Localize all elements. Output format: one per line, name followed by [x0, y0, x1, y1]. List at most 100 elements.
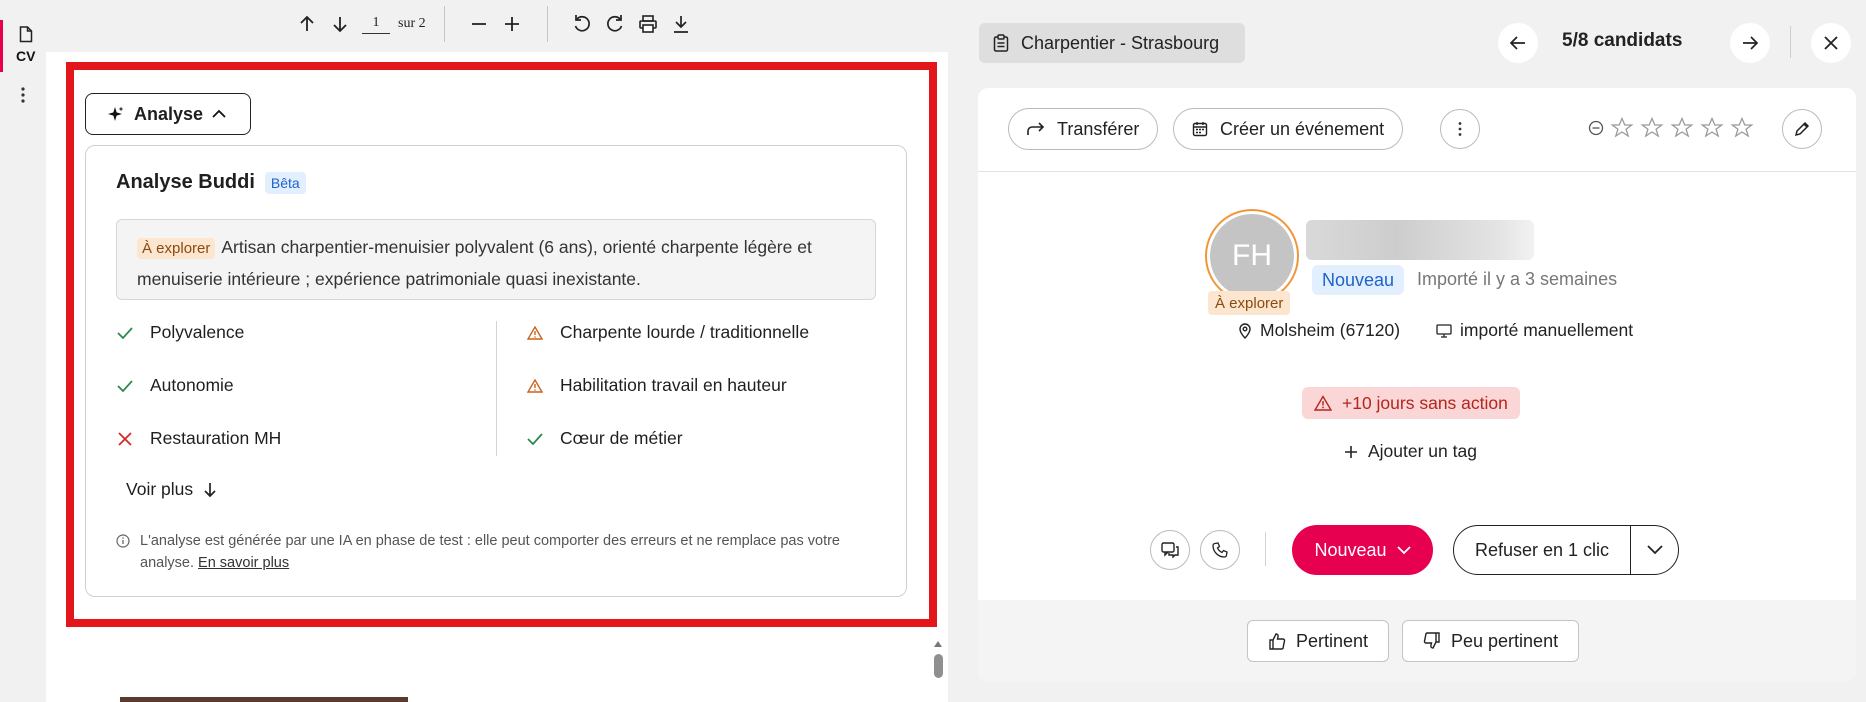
download-icon[interactable] — [665, 8, 698, 40]
rotate-right-icon[interactable] — [599, 8, 632, 40]
warning-icon — [526, 325, 544, 340]
phone-icon — [1212, 542, 1228, 558]
stage-label: Nouveau — [1314, 539, 1387, 560]
criterion-label: Autonomie — [150, 375, 234, 395]
more-vertical-icon[interactable] — [16, 86, 30, 104]
chevron-down-icon — [1646, 545, 1663, 555]
analysis-card: Analyse Buddi Bêta À explorer Artisan cha… — [85, 145, 907, 597]
calendar-icon — [1192, 121, 1208, 137]
rotate-left-icon[interactable] — [566, 8, 599, 40]
rail-cv-label: CV — [16, 48, 36, 64]
not-relevant-button[interactable]: Peu pertinent — [1402, 620, 1580, 662]
star-icon[interactable] — [1640, 116, 1664, 140]
edit-button[interactable] — [1782, 109, 1822, 149]
check-icon — [526, 432, 544, 445]
location-pin-icon — [1238, 322, 1252, 339]
alert-text: +10 jours sans action — [1342, 392, 1508, 413]
criterion-label: Restauration MH — [150, 428, 282, 448]
candidate-action-bar: Transférer Créer un événement — [978, 88, 1856, 172]
star-icon[interactable] — [1610, 116, 1634, 140]
summary-tag: À explorer — [137, 238, 216, 259]
zoom-out-icon[interactable] — [463, 8, 496, 40]
status-badge: Nouveau — [1312, 265, 1405, 295]
criterion-item: Cœur de métier — [526, 428, 683, 449]
create-event-label: Créer un événement — [1220, 118, 1385, 139]
job-chip[interactable]: Charpentier - Strasbourg — [979, 23, 1245, 63]
analyse-toggle-button[interactable]: Analyse — [85, 93, 251, 135]
clear-rating-icon[interactable] — [1588, 120, 1604, 136]
candidate-panel: Transférer Créer un événement FH À explo… — [978, 88, 1856, 682]
rail-tab-cv[interactable]: CV — [0, 20, 46, 72]
add-tag-button[interactable]: Ajouter un tag — [1344, 441, 1477, 462]
analysis-summary: À explorer Artisan charpentier-menuisier … — [116, 219, 876, 300]
header-divider — [1790, 26, 1791, 58]
cv-header-bar — [120, 697, 408, 702]
sparkle-icon — [108, 106, 124, 122]
page-number-input[interactable]: 1 — [362, 15, 390, 34]
toolbar-divider — [546, 6, 548, 42]
criterion-label: Charpente lourde / traditionnelle — [560, 322, 810, 342]
page-indicator: 1 sur 2 — [362, 15, 426, 34]
star-icon[interactable] — [1700, 116, 1724, 140]
plus-icon — [1344, 445, 1358, 459]
star-icon[interactable] — [1730, 116, 1754, 140]
criterion-item: Polyvalence — [116, 322, 244, 343]
relevant-label: Pertinent — [1296, 630, 1369, 651]
criterion-item: Autonomie — [116, 375, 234, 396]
call-button[interactable] — [1200, 530, 1240, 570]
pdf-toolbar: 1 sur 2 — [290, 6, 698, 42]
arrow-left-icon — [1509, 35, 1527, 51]
ai-disclaimer: L'analyse est générée par une IA en phas… — [116, 530, 886, 574]
job-title: Charpentier - Strasbourg — [1021, 32, 1220, 53]
more-actions-button[interactable] — [1440, 109, 1480, 149]
analysis-title-row: Analyse Buddi Bêta — [116, 171, 306, 194]
scrollbar-thumb[interactable] — [934, 654, 943, 678]
chat-icon — [1161, 542, 1179, 558]
previous-candidate-button[interactable] — [1498, 23, 1538, 63]
check-icon — [116, 379, 134, 392]
refuse-button[interactable]: Refuser en 1 clic — [1454, 540, 1630, 561]
arrow-right-icon — [1741, 35, 1759, 51]
refuse-options-button[interactable] — [1631, 545, 1678, 555]
refuse-button-group: Refuser en 1 clic — [1453, 525, 1679, 575]
see-more-button[interactable]: Voir plus — [126, 479, 217, 500]
relevant-button[interactable]: Pertinent — [1247, 620, 1390, 662]
candidate-name-redacted — [1306, 220, 1534, 260]
document-icon — [19, 26, 33, 43]
learn-more-link[interactable]: En savoir plus — [198, 555, 289, 571]
analysis-title: Analyse Buddi — [116, 171, 255, 193]
arrow-down-icon[interactable] — [323, 8, 356, 40]
message-button[interactable] — [1150, 530, 1190, 570]
share-arrow-icon — [1027, 122, 1045, 136]
next-candidate-button[interactable] — [1730, 23, 1770, 63]
transfer-button[interactable]: Transférer — [1008, 108, 1159, 150]
stage-dropdown-button[interactable]: Nouveau — [1292, 525, 1433, 575]
star-icon[interactable] — [1670, 116, 1694, 140]
location-text: Molsheim (67120) — [1260, 320, 1401, 340]
criterion-label: Habilitation travail en hauteur — [560, 375, 787, 395]
pencil-icon — [1794, 121, 1810, 137]
warning-icon — [526, 378, 544, 393]
add-tag-label: Ajouter un tag — [1368, 441, 1477, 461]
actions-divider — [1265, 532, 1266, 566]
cross-icon — [116, 431, 134, 447]
avatar: FH — [1210, 214, 1294, 298]
check-icon — [116, 326, 134, 339]
beta-badge: Bêta — [264, 171, 306, 194]
candidate-source: importé manuellement — [1436, 320, 1633, 341]
thumbs-up-icon — [1268, 632, 1286, 650]
avatar-initials: FH — [1232, 239, 1272, 272]
scroll-up-icon[interactable] — [933, 640, 943, 648]
create-event-button[interactable]: Créer un événement — [1173, 108, 1404, 150]
chevron-up-icon — [211, 109, 227, 119]
transfer-label: Transférer — [1057, 118, 1140, 139]
zoom-in-icon[interactable] — [496, 8, 529, 40]
arrow-up-icon[interactable] — [290, 8, 323, 40]
info-icon — [116, 530, 130, 574]
close-icon — [1823, 35, 1839, 51]
thumbs-down-icon — [1423, 632, 1441, 650]
print-icon[interactable] — [632, 8, 665, 40]
disclaimer-text-block: L'analyse est générée par une IA en phas… — [140, 530, 886, 574]
close-button[interactable] — [1811, 23, 1851, 63]
analyse-toggle-label: Analyse — [134, 103, 204, 124]
